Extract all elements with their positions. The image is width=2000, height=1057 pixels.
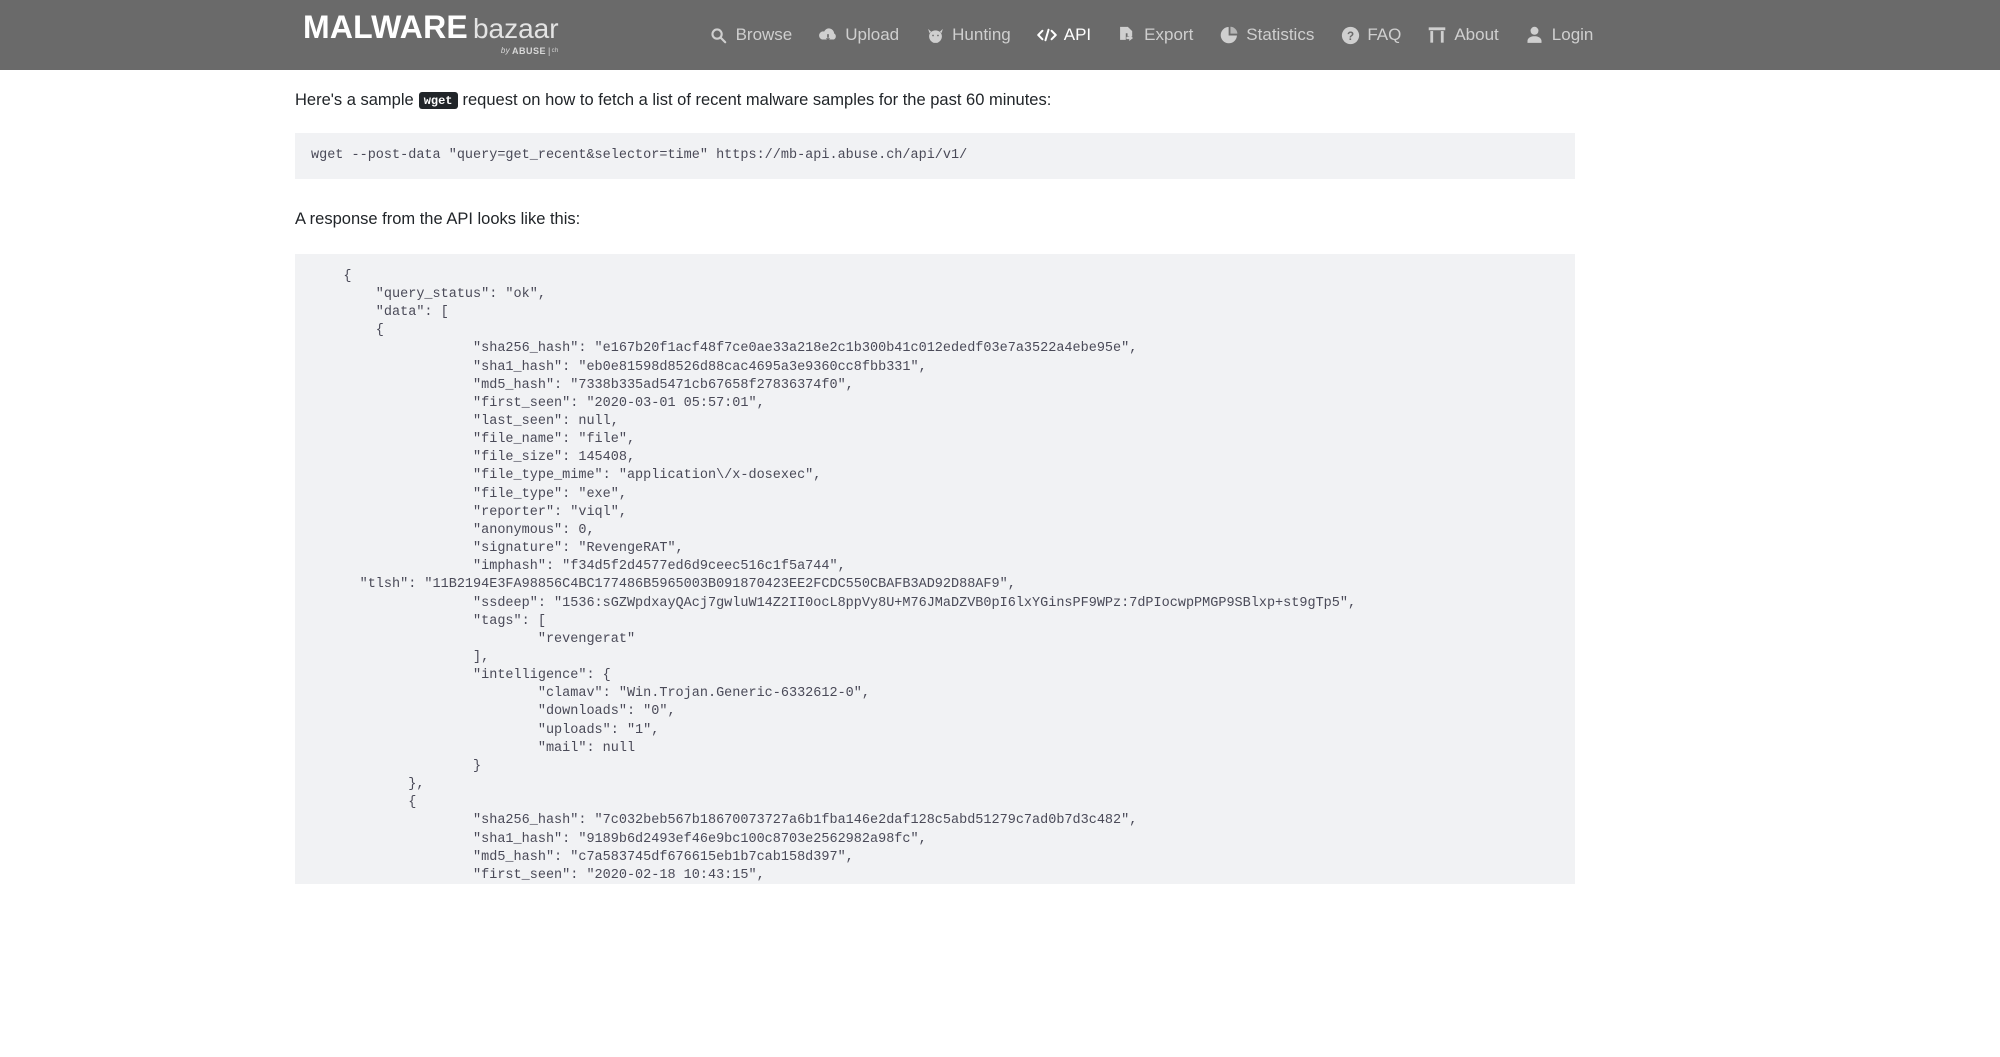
nav-item-faq[interactable]: ? FAQ — [1340, 25, 1401, 45]
pie-chart-icon — [1219, 25, 1239, 45]
nav-label-faq: FAQ — [1367, 25, 1402, 44]
intro-text-before: Here's a sample — [295, 91, 414, 109]
wget-command-block: wget --post-data "query=get_recent&selec… — [295, 132, 1575, 179]
nav-item-api[interactable]: API — [1036, 25, 1092, 45]
nav-label-export: Export — [1144, 25, 1194, 44]
nav-label-login: Login — [1551, 25, 1594, 44]
api-response-json: { "query_status": "ok", "data": [ { "sha… — [343, 268, 1357, 883]
logo-divider: | — [548, 45, 551, 56]
wget-command-text: wget --post-data "query=get_recent&selec… — [311, 147, 968, 163]
navbar-inner: MALWARE bazaar by ABUSE | ch Browse Uplo… — [295, 0, 1705, 70]
site-logo[interactable]: MALWARE bazaar by ABUSE | ch — [303, 11, 559, 56]
search-icon — [709, 25, 729, 45]
nav-label-upload: Upload — [845, 25, 900, 44]
logo-abuse-text: ABUSE — [511, 45, 546, 56]
nav-label-about: About — [1454, 25, 1499, 44]
nav-item-about[interactable]: About — [1427, 25, 1499, 45]
intro-text-after: request on how to fetch a list of recent… — [462, 91, 1052, 109]
nav-item-statistics[interactable]: Statistics — [1219, 25, 1314, 45]
svg-text:?: ? — [1347, 29, 1354, 42]
user-icon — [1525, 25, 1545, 45]
logo-tld-text: ch — [551, 48, 559, 54]
response-heading: A response from the API looks like this: — [295, 209, 581, 228]
nav-label-browse: Browse — [735, 25, 793, 44]
nav-item-browse[interactable]: Browse — [709, 25, 793, 45]
page-content: Here's a sample wget request on how to f… — [295, 70, 1705, 884]
site-navbar: MALWARE bazaar by ABUSE | ch Browse Uplo… — [0, 0, 2000, 70]
cloud-upload-icon — [818, 25, 838, 45]
question-icon: ? — [1340, 25, 1360, 45]
cat-icon — [925, 25, 945, 45]
nav-item-hunting[interactable]: Hunting — [925, 25, 1011, 45]
api-response-block: { "query_status": "ok", "data": [ { "sha… — [295, 253, 1575, 884]
landmark-icon — [1427, 25, 1447, 45]
logo-primary: MALWARE — [303, 8, 468, 45]
logo-by-text: by — [500, 46, 510, 55]
file-export-icon — [1117, 25, 1137, 45]
nav-item-login[interactable]: Login — [1525, 25, 1594, 45]
nav-label-api: API — [1063, 25, 1092, 44]
code-icon — [1036, 25, 1057, 45]
nav-label-statistics: Statistics — [1246, 25, 1315, 44]
logo-secondary: bazaar — [472, 12, 559, 44]
logo-subtitle: by ABUSE | ch — [500, 45, 559, 56]
intro-paragraph: Here's a sample wget request on how to f… — [295, 84, 1705, 113]
wget-code-badge: wget — [418, 91, 458, 109]
navbar-menu: Browse Upload Hunting API Export Statist… — [709, 25, 1594, 45]
nav-item-upload[interactable]: Upload — [818, 25, 899, 45]
logo-text: MALWARE bazaar — [303, 11, 559, 43]
nav-label-hunting: Hunting — [952, 25, 1011, 44]
nav-item-export[interactable]: Export — [1117, 25, 1193, 45]
